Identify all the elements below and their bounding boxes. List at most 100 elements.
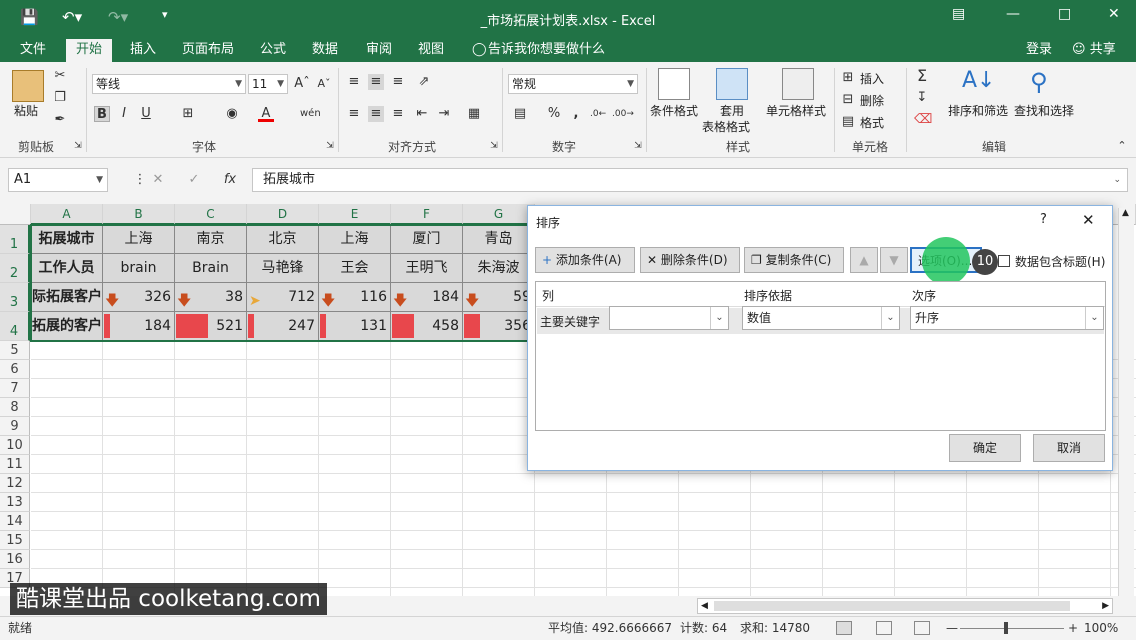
number-launcher-icon[interactable]: ⇲: [630, 138, 646, 154]
underline-icon[interactable]: U: [138, 106, 154, 122]
has-header-checkbox[interactable]: [998, 255, 1010, 267]
scroll-up-icon[interactable]: ▲: [1122, 208, 1129, 218]
conditional-format-button[interactable]: 条件格式: [650, 102, 698, 119]
login-link[interactable]: 登录: [1016, 39, 1062, 62]
insert-cells-icon[interactable]: ⊞: [840, 70, 856, 86]
increase-font-icon[interactable]: Aˆ: [294, 76, 310, 92]
find-select-button[interactable]: 查找和选择: [1014, 102, 1074, 119]
decrease-indent-icon[interactable]: ⇤: [414, 106, 430, 122]
scrollbar-thumb[interactable]: [714, 601, 1070, 611]
page-break-view-icon[interactable]: [914, 621, 930, 635]
number-format-select[interactable]: 常规 ▼: [508, 74, 638, 94]
paste-icon[interactable]: [12, 70, 44, 102]
insert-function-icon[interactable]: fx: [222, 172, 238, 188]
row-header-9[interactable]: 9: [0, 417, 30, 436]
tab-view[interactable]: 视图: [408, 39, 454, 62]
column-header-a[interactable]: A: [31, 204, 103, 225]
row-header-5[interactable]: 5: [0, 341, 30, 360]
cut-icon[interactable]: ✂: [52, 68, 68, 84]
scroll-left-icon[interactable]: ◀: [701, 599, 708, 613]
zoom-in-icon[interactable]: +: [1068, 617, 1078, 639]
name-box[interactable]: A1 ▼: [8, 168, 108, 192]
align-right-icon[interactable]: ≡: [390, 106, 406, 122]
autosum-icon[interactable]: Σ: [914, 68, 930, 84]
tab-insert[interactable]: 插入: [120, 39, 166, 62]
increase-decimal-icon[interactable]: .0←: [590, 106, 606, 122]
decrease-decimal-icon[interactable]: .00→: [612, 106, 634, 122]
more-options-icon[interactable]: ⋮: [132, 172, 148, 188]
expand-formula-icon[interactable]: ⌄: [1113, 169, 1121, 191]
maximize-icon[interactable]: □: [1058, 6, 1071, 22]
row-header-7[interactable]: 7: [0, 379, 30, 398]
fill-color-icon[interactable]: ◉: [224, 106, 240, 122]
alignment-launcher-icon[interactable]: ⇲: [486, 138, 502, 154]
font-name-select[interactable]: 等线 ▼: [92, 74, 246, 94]
percent-icon[interactable]: %: [546, 106, 562, 122]
format-painter-icon[interactable]: ✒: [52, 112, 68, 128]
zoom-slider[interactable]: [960, 628, 1064, 629]
row-header-13[interactable]: 13: [0, 493, 30, 512]
cell-style-icon[interactable]: [782, 68, 814, 100]
row-header-11[interactable]: 11: [0, 455, 30, 474]
align-left-icon[interactable]: ≡: [346, 106, 362, 122]
vertical-scrollbar[interactable]: ▲: [1118, 208, 1134, 596]
normal-view-icon[interactable]: [836, 621, 852, 635]
delete-cells-icon[interactable]: ⊟: [840, 92, 856, 108]
format-cells-icon[interactable]: ▤: [840, 114, 856, 130]
bold-icon[interactable]: B: [94, 106, 110, 122]
column-select[interactable]: ⌄: [609, 306, 729, 330]
move-down-button[interactable]: ▼: [880, 247, 908, 273]
font-launcher-icon[interactable]: ⇲: [322, 138, 338, 154]
zoom-slider-thumb[interactable]: [1004, 622, 1008, 634]
find-select-icon[interactable]: ⚲: [1030, 68, 1062, 100]
tab-file[interactable]: 文件: [10, 39, 56, 62]
row-header-3[interactable]: 3: [0, 283, 30, 312]
row-header-4[interactable]: 4: [0, 312, 30, 341]
increase-indent-icon[interactable]: ⇥: [436, 106, 452, 122]
tab-home[interactable]: 开始: [66, 39, 113, 62]
accounting-format-icon[interactable]: ▤: [512, 106, 528, 122]
tab-data[interactable]: 数据: [302, 39, 348, 62]
tab-formulas[interactable]: 公式: [250, 39, 296, 62]
sort-filter-button[interactable]: 排序和筛选: [948, 102, 1008, 119]
confirm-entry-icon[interactable]: ✓: [186, 172, 202, 188]
decrease-font-icon[interactable]: Aˇ: [316, 76, 332, 92]
row-header-14[interactable]: 14: [0, 512, 30, 531]
tell-me-search[interactable]: 告诉我你想要做什么: [478, 39, 615, 62]
column-header-e[interactable]: E: [319, 204, 391, 225]
italic-icon[interactable]: I: [116, 106, 132, 122]
cancel-button[interactable]: 取消: [1033, 434, 1105, 462]
cancel-entry-icon[interactable]: ✕: [150, 172, 166, 188]
phonetic-icon[interactable]: wén: [300, 106, 321, 122]
row-header-8[interactable]: 8: [0, 398, 30, 417]
column-header-b[interactable]: B: [103, 204, 175, 225]
help-button[interactable]: ?: [1040, 212, 1047, 227]
orientation-icon[interactable]: ⇗: [416, 74, 432, 90]
row-header-1[interactable]: 1: [0, 225, 30, 254]
format-cells-button[interactable]: 格式: [860, 114, 884, 131]
sort-on-select[interactable]: 数值 ⌄: [742, 306, 900, 330]
align-top-icon[interactable]: ≡: [346, 74, 362, 90]
scroll-right-icon[interactable]: ▶: [1102, 599, 1109, 613]
ok-button[interactable]: 确定: [949, 434, 1021, 462]
tab-review[interactable]: 审阅: [356, 39, 402, 62]
fill-icon[interactable]: ↧: [914, 90, 930, 106]
column-header-c[interactable]: C: [175, 204, 247, 225]
move-up-button[interactable]: ▲: [850, 247, 878, 273]
order-select[interactable]: 升序 ⌄: [910, 306, 1104, 330]
clear-icon[interactable]: ⌫: [914, 112, 932, 128]
table-format-label-2[interactable]: 表格格式: [702, 118, 750, 135]
delete-condition-button[interactable]: ✕ 删除条件(D): [640, 247, 740, 273]
font-size-select[interactable]: 11 ▼: [248, 74, 288, 94]
add-condition-button[interactable]: + 添加条件(A): [535, 247, 635, 273]
horizontal-scrollbar[interactable]: ◀ ▶: [697, 598, 1113, 614]
column-header-g[interactable]: G: [463, 204, 535, 225]
row-header-2[interactable]: 2: [0, 254, 30, 283]
table-format-label-1[interactable]: 套用: [720, 102, 744, 119]
select-all-corner[interactable]: [0, 204, 31, 225]
align-center-icon[interactable]: ≡: [368, 106, 384, 122]
formula-input[interactable]: 拓展城市 ⌄: [252, 168, 1128, 192]
close-icon[interactable]: ✕: [1082, 211, 1095, 229]
align-bottom-icon[interactable]: ≡: [390, 74, 406, 90]
insert-cells-button[interactable]: 插入: [860, 70, 884, 87]
